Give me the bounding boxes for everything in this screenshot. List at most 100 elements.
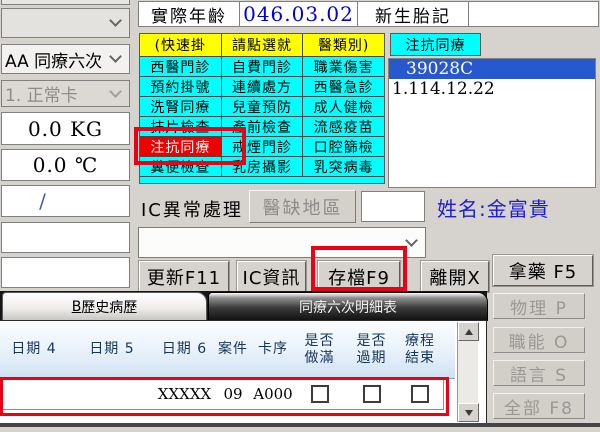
arrow-up-icon: [465, 329, 473, 335]
clinic-registration-window: 實際年齡 046.03.02 新生胎記 AA 同療六次 1. 正常卡 0.0 K…: [0, 0, 600, 432]
quick-item-self-pay[interactable]: 自費門診: [222, 57, 304, 76]
quick-registration-panel: (快速掛 請點選就 醫類別) 西醫門診 自費門診 職業傷害 預約掛號 連續處方 …: [139, 33, 385, 184]
quick-item-appointment[interactable]: 預約掛號: [140, 77, 222, 96]
chevron-down-icon: [407, 238, 417, 248]
newborn-birthmark-button[interactable]: 新生胎記: [358, 2, 469, 26]
row-cell-completed: [293, 378, 347, 410]
completed-checkbox[interactable]: [311, 385, 329, 403]
quick-item-continuous-prescription[interactable]: 連續處方: [222, 77, 304, 96]
occupational-therapy-button[interactable]: 職能 O: [493, 327, 585, 353]
quick-item-injection-course[interactable]: 注抗同療: [140, 137, 222, 156]
quick-item-oral-screening[interactable]: 口腔篩檢: [303, 137, 384, 156]
ic-error-label: IC異常處理: [141, 196, 243, 222]
quick-item-stool-test[interactable]: 糞便檢查: [140, 157, 222, 176]
ic-error-input[interactable]: [361, 191, 425, 222]
update-f11-button[interactable]: 更新F11: [139, 261, 229, 292]
row-cell-case[interactable]: 09: [213, 378, 254, 410]
quick-row: 注抗同療 戒煙門診 口腔篩檢: [140, 137, 384, 157]
quick-row: 抹片檢查 產前檢查 流感疫苗: [140, 117, 384, 137]
course-detail-table: 日期 4 日期 5 日期 6 案件 卡序 是否 做滿 是否 過期 療程 結束 X…: [0, 320, 487, 424]
col-header-date6: 日期 6: [156, 321, 214, 379]
tab-course-detail[interactable]: 同療六次明細表: [208, 292, 488, 321]
quick-item-occupational-injury[interactable]: 職業傷害: [303, 57, 384, 76]
scroll-up-button[interactable]: [458, 322, 479, 341]
actual-age-value: 046.03.02: [240, 2, 358, 26]
weight-input[interactable]: 0.0 KG: [1, 112, 130, 145]
chevron-down-icon: [111, 89, 121, 99]
course-listbox[interactable]: 39028C 1.114.12.22: [388, 58, 596, 188]
chevron-down-icon: [111, 18, 121, 28]
patient-info-bar: 實際年齡 046.03.02 新生胎記: [138, 1, 599, 27]
quick-item-hpv[interactable]: 乳突病毒: [303, 157, 384, 176]
quick-item-smoking-cessation[interactable]: 戒煙門診: [222, 137, 304, 156]
tab-history-records[interactable]: B 歷史病歷: [2, 292, 207, 321]
card-type-value: 1. 正常卡: [5, 81, 78, 106]
col-header-case: 案件: [213, 321, 254, 379]
col-header-expired: 是否 過期: [346, 321, 398, 379]
table-vertical-scrollbar[interactable]: [457, 322, 478, 422]
col-header-course-end: 療程 結束: [397, 321, 444, 379]
empty-dropdown[interactable]: [1, 8, 130, 38]
ic-info-button[interactable]: IC資訊: [237, 261, 306, 292]
row-cell-date5[interactable]: [68, 378, 157, 410]
quick-item-prenatal-checkup[interactable]: 產前檢查: [222, 117, 304, 136]
quick-item-pap-smear[interactable]: 抹片檢查: [140, 117, 222, 136]
course-end-checkbox[interactable]: [411, 385, 429, 403]
row-cell-date4[interactable]: [0, 378, 69, 410]
row-cell-expired: [346, 378, 398, 410]
expired-checkbox[interactable]: [363, 385, 381, 403]
left-empty-input-1[interactable]: [1, 222, 130, 253]
col-header-card-seq: 卡序: [253, 321, 294, 379]
quick-header-cell: 醫類別): [303, 34, 384, 56]
list-item[interactable]: 1.114.12.22: [389, 79, 595, 99]
quick-item-western-outpatient[interactable]: 西醫門診: [140, 57, 222, 76]
temperature-input[interactable]: 0.0 ℃: [1, 149, 130, 181]
list-item-selected[interactable]: 39028C: [389, 59, 595, 79]
quick-row: 預約掛號 連續處方 西醫急診: [140, 77, 384, 97]
card-type-dropdown[interactable]: 1. 正常卡: [1, 80, 130, 107]
save-f9-button[interactable]: 存檔F9: [318, 261, 400, 292]
speech-therapy-button[interactable]: 語言 S: [493, 360, 585, 386]
header-line: 療程: [405, 333, 435, 350]
header-line: 過期: [357, 350, 387, 367]
row-cell-card-seq[interactable]: A000: [253, 378, 294, 410]
ic-error-dropdown[interactable]: [138, 227, 426, 258]
quick-header-cell: 請點選就: [222, 34, 304, 56]
quick-row: 洗腎同療 兒童預防 成人健檢: [140, 97, 384, 117]
tab-history-label: 歷史病歷: [81, 297, 137, 317]
shortage-area-button[interactable]: 醫缺地區: [249, 190, 356, 223]
get-medicine-f5-button[interactable]: 拿藥 F5: [493, 255, 593, 286]
quick-row: 西醫門診 自費門診 職業傷害: [140, 57, 384, 77]
quick-item-flu-vaccine[interactable]: 流感疫苗: [303, 117, 384, 136]
row-cell-course-end: [397, 378, 444, 410]
left-partial-box: [1, 0, 130, 5]
col-header-date5: 日期 5: [68, 321, 157, 379]
header-line: 是否: [357, 333, 387, 350]
quick-item-child-prevention[interactable]: 兒童預防: [222, 97, 304, 116]
quick-item-adult-checkup[interactable]: 成人健檢: [303, 97, 384, 116]
chevron-down-icon: [111, 54, 121, 64]
tab-history-accesskey: B: [72, 299, 82, 315]
patient-name-text: 姓名:金富貴: [437, 193, 550, 222]
all-f8-button[interactable]: 全部 F8: [493, 393, 585, 419]
col-header-completed: 是否 做滿: [293, 321, 347, 379]
quick-item-western-emergency[interactable]: 西醫急診: [303, 77, 384, 96]
quick-panel-header: (快速掛 請點選就 醫類別): [140, 34, 384, 57]
header-line: 做滿: [305, 350, 335, 367]
row-cell-date6[interactable]: XXXXX: [156, 378, 214, 410]
visit-type-dropdown[interactable]: AA 同療六次: [1, 44, 130, 74]
quick-header-cell: (快速掛: [140, 34, 222, 56]
blood-pressure-input[interactable]: /: [1, 185, 130, 217]
quick-item-mammography[interactable]: 乳房攝影: [222, 157, 304, 176]
left-empty-input-2[interactable]: [1, 257, 130, 288]
info-bar-empty-cell: [469, 2, 598, 26]
quick-item-dialysis-course[interactable]: 洗腎同療: [140, 97, 222, 116]
physical-therapy-button[interactable]: 物理 P: [493, 293, 585, 319]
exit-button[interactable]: 離開X: [421, 261, 489, 292]
header-line: 結束: [405, 350, 435, 367]
quick-row: 糞便檢查 乳房攝影 乳突病毒: [140, 157, 384, 177]
arrow-down-icon: [465, 410, 473, 416]
header-line: 是否: [305, 333, 335, 350]
course-list-title: 注抗同療: [390, 33, 481, 56]
scroll-down-button[interactable]: [458, 403, 479, 422]
